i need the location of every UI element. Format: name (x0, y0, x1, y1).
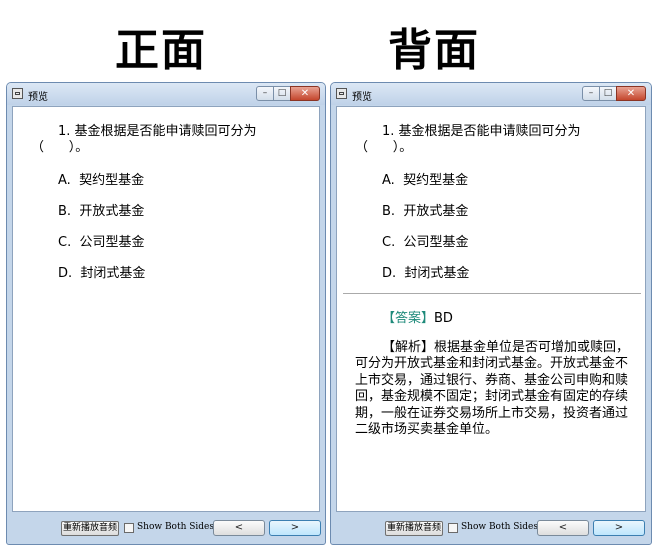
replay-audio-button[interactable]: 重新播放音频 (61, 521, 119, 536)
replay-audio-button[interactable]: 重新播放音频 (385, 521, 443, 536)
back-preview-window: 预览 – □ ✕ 1. 基金根据是否能申请赎回可分为 （ ）。 A. 契约型基金… (330, 82, 652, 545)
show-both-sides-checkbox[interactable] (448, 523, 458, 533)
option-b: B. 开放式基金 (382, 204, 469, 219)
option-d: D. 封闭式基金 (382, 266, 470, 281)
option-b: B. 开放式基金 (58, 204, 145, 219)
show-both-sides-label: Show Both Sides (137, 522, 215, 532)
next-button[interactable]: > (593, 520, 645, 536)
analysis-paragraph: 【解析】根据基金单位是否可增加或赎回，可分为开放式基金和封闭式基金。开放式基金不… (355, 340, 633, 438)
minimize-button[interactable]: – (582, 86, 600, 101)
option-c: C. 公司型基金 (58, 235, 145, 250)
back-heading: 背面 (388, 25, 480, 76)
close-button[interactable]: ✕ (290, 86, 320, 101)
option-d: D. 封闭式基金 (58, 266, 146, 281)
answer-line: 【答案】BD (382, 307, 453, 326)
window-title: 预览 (28, 92, 48, 103)
title-bar[interactable]: 预览 – □ ✕ (7, 83, 325, 105)
show-both-sides-checkbox[interactable] (124, 523, 134, 533)
title-bar[interactable]: 预览 – □ ✕ (331, 83, 651, 105)
next-button[interactable]: > (269, 520, 321, 536)
analysis-label: 【解析】 (382, 340, 435, 355)
previous-button[interactable]: < (537, 520, 589, 536)
app-icon (336, 88, 347, 99)
front-heading: 正面 (115, 25, 207, 76)
option-a: A. 契约型基金 (58, 173, 145, 188)
answer-divider (343, 293, 641, 294)
bottom-toolbar: 重新播放音频 Show Both Sides < > (7, 512, 325, 544)
previous-button[interactable]: < (213, 520, 265, 536)
front-preview-window: 预览 – □ ✕ 1. 基金根据是否能申请赎回可分为 （ ）。 A. 契约型基金… (6, 82, 326, 545)
option-c: C. 公司型基金 (382, 235, 469, 250)
question-blank: （ ）。 (355, 140, 413, 155)
window-title: 预览 (352, 92, 372, 103)
option-a: A. 契约型基金 (382, 173, 469, 188)
show-both-sides-label: Show Both Sides (461, 522, 539, 532)
app-icon (12, 88, 23, 99)
card-content: 1. 基金根据是否能申请赎回可分为 （ ）。 A. 契约型基金 B. 开放式基金… (336, 106, 646, 512)
maximize-button[interactable]: □ (599, 86, 617, 101)
card-content: 1. 基金根据是否能申请赎回可分为 （ ）。 A. 契约型基金 B. 开放式基金… (12, 106, 320, 512)
bottom-toolbar: 重新播放音频 Show Both Sides < > (331, 512, 651, 544)
close-button[interactable]: ✕ (616, 86, 646, 101)
maximize-button[interactable]: □ (273, 86, 291, 101)
minimize-button[interactable]: – (256, 86, 274, 101)
answer-label: 【答案】 (382, 311, 435, 326)
question-blank: （ ）。 (31, 140, 89, 155)
answer-value: BD (434, 311, 453, 326)
